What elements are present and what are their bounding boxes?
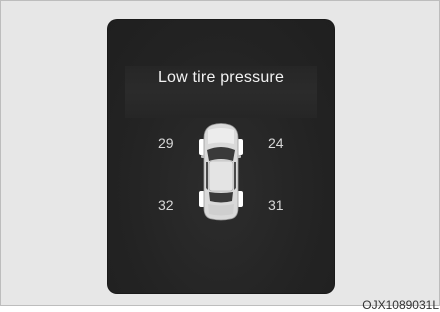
windshield-icon — [207, 147, 235, 161]
tire-pressure-rear-right: 31 — [268, 197, 284, 213]
tire-pressure-front-right: 24 — [268, 135, 284, 151]
figure-code: OJX1089031L — [362, 298, 439, 312]
rear-window-icon — [209, 192, 233, 203]
warning-title: Low tire pressure — [157, 69, 285, 86]
tire-pressure-rear-left: 32 — [158, 197, 174, 213]
tire-pressure-front-left: 29 — [158, 135, 174, 151]
car-top-view-icon — [199, 123, 243, 221]
